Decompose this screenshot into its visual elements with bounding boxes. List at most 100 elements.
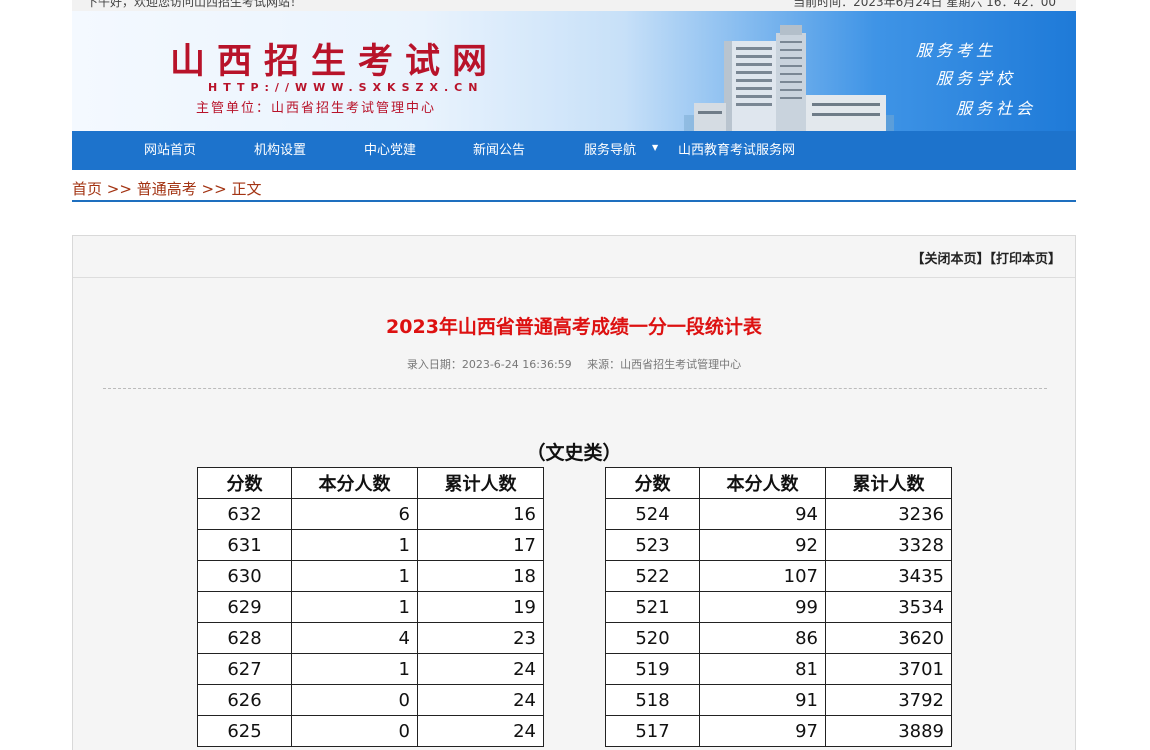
cell-cumulative: 24 [417,715,544,747]
cell-cumulative: 16 [417,498,544,530]
cell-score: 522 [605,560,700,592]
print-page-button[interactable]: 【打印本页】 [989,252,1061,267]
cell-score: 628 [197,622,292,654]
table-row: 629 1 19 [197,591,544,623]
cell-cumulative: 23 [417,622,544,654]
cell-cumulative: 24 [417,684,544,716]
table-row: 522 107 3435 [605,560,952,592]
score-table-left: 分数 本分人数 累计人数 632 6 16 631 1 17 630 1 18 629 1 19 628… [197,467,544,747]
cell-count: 1 [291,591,418,623]
table-row: 625 0 24 [197,715,544,747]
cell-cumulative: 3236 [825,498,952,530]
cell-score: 523 [605,529,700,561]
column-header-count: 本分人数 [699,467,826,499]
main-nav: 网站首页 机构设置 中心党建 新闻公告 服务导航 ▼ 山西教育考试服务网 [72,131,1076,170]
nav-party-building[interactable]: 中心党建 [364,131,416,170]
table-row: 521 99 3534 [605,591,952,623]
table-header-row: 分数 本分人数 累计人数 [605,467,952,499]
table-header-row: 分数 本分人数 累计人数 [197,467,544,499]
table-row: 523 92 3328 [605,529,952,561]
table-row: 627 1 24 [197,653,544,685]
cell-score: 627 [197,653,292,685]
slogan-serve-candidates: 服务考生 [916,41,997,60]
breadcrumb-category[interactable]: 普通高考 [137,180,197,198]
slogan-serve-schools: 服务学校 [936,69,1017,88]
table-row: 517 97 3889 [605,715,952,747]
divider [103,388,1047,389]
site-banner: 山西招生考试网 HTTP://WWW.SXKSZX.CN 主管单位：山西省招生考… [72,11,1076,131]
cell-count: 0 [291,684,418,716]
cell-score: 632 [197,498,292,530]
column-header-cumulative: 累计人数 [825,467,952,499]
table-row: 519 81 3701 [605,653,952,685]
breadcrumb-home[interactable]: 首页 [72,180,102,198]
cell-cumulative: 3328 [825,529,952,561]
cell-count: 86 [699,622,826,654]
cell-cumulative: 3889 [825,715,952,747]
cell-count: 99 [699,591,826,623]
nav-service-guide[interactable]: 服务导航 [584,131,636,170]
cell-cumulative: 3435 [825,560,952,592]
welcome-text: 下午好，欢迎您访问山西招生考试网站！ [86,0,303,9]
nav-news[interactable]: 新闻公告 [473,131,525,170]
chevron-down-icon[interactable]: ▼ [652,143,658,152]
close-page-button[interactable]: 【关闭本页】 [911,252,989,267]
table-row: 630 1 18 [197,560,544,592]
cell-count: 6 [291,498,418,530]
cell-score: 626 [197,684,292,716]
cell-cumulative: 3701 [825,653,952,685]
column-header-score: 分数 [197,467,292,499]
article-toolbar: 【关闭本页】【打印本页】 [73,236,1075,278]
breadcrumb: 首页 >> 普通高考 >> 正文 [72,178,1076,202]
current-datetime: 当前时间：2023年6月24日 星期六 16：42：00 [793,0,1056,9]
cell-cumulative: 3792 [825,684,952,716]
table-row: 520 86 3620 [605,622,952,654]
cell-cumulative: 19 [417,591,544,623]
cell-score: 520 [605,622,700,654]
site-url: HTTP://WWW.SXKSZX.CN [208,81,484,94]
cell-count: 1 [291,529,418,561]
building-illustration [684,25,894,131]
cell-count: 94 [699,498,826,530]
cell-score: 524 [605,498,700,530]
table-row: 524 94 3236 [605,498,952,530]
cell-cumulative: 3534 [825,591,952,623]
cell-score: 625 [197,715,292,747]
nav-exam-service-site[interactable]: 山西教育考试服务网 [678,131,795,170]
column-header-count: 本分人数 [291,467,418,499]
section-heading: （文史类） [526,442,622,464]
cell-score: 518 [605,684,700,716]
nav-home[interactable]: 网站首页 [144,131,196,170]
breadcrumb-separator: >> [201,180,227,198]
cell-count: 1 [291,560,418,592]
breadcrumb-separator: >> [106,180,132,198]
top-info-bar: 下午好，欢迎您访问山西招生考试网站！ 当前时间：2023年6月24日 星期六 1… [72,0,1076,11]
site-supervisor: 主管单位：山西省招生考试管理中心 [196,101,437,116]
cell-count: 1 [291,653,418,685]
cell-cumulative: 18 [417,560,544,592]
cell-count: 4 [291,622,418,654]
score-table-right: 分数 本分人数 累计人数 524 94 3236 523 92 3328 522 107 343… [605,467,952,747]
cell-count: 81 [699,653,826,685]
nav-organization[interactable]: 机构设置 [254,131,306,170]
cell-score: 519 [605,653,700,685]
article-title: 2023年山西省普通高考成绩一分一段统计表 [386,316,762,338]
cell-count: 97 [699,715,826,747]
breadcrumb-current: 正文 [231,180,262,198]
slogan-serve-society: 服务社会 [956,99,1037,118]
cell-score: 631 [197,529,292,561]
cell-score: 630 [197,560,292,592]
cell-cumulative: 3620 [825,622,952,654]
column-header-score: 分数 [605,467,700,499]
table-row: 518 91 3792 [605,684,952,716]
cell-cumulative: 24 [417,653,544,685]
article-panel: 【关闭本页】【打印本页】 2023年山西省普通高考成绩一分一段统计表 录入日期：… [72,235,1076,750]
column-header-cumulative: 累计人数 [417,467,544,499]
table-row: 631 1 17 [197,529,544,561]
cell-count: 92 [699,529,826,561]
table-row: 632 6 16 [197,498,544,530]
table-row: 626 0 24 [197,684,544,716]
cell-cumulative: 17 [417,529,544,561]
site-title: 山西招生考试网 [170,41,500,82]
article-source: 来源：山西省招生考试管理中心 [587,358,742,371]
